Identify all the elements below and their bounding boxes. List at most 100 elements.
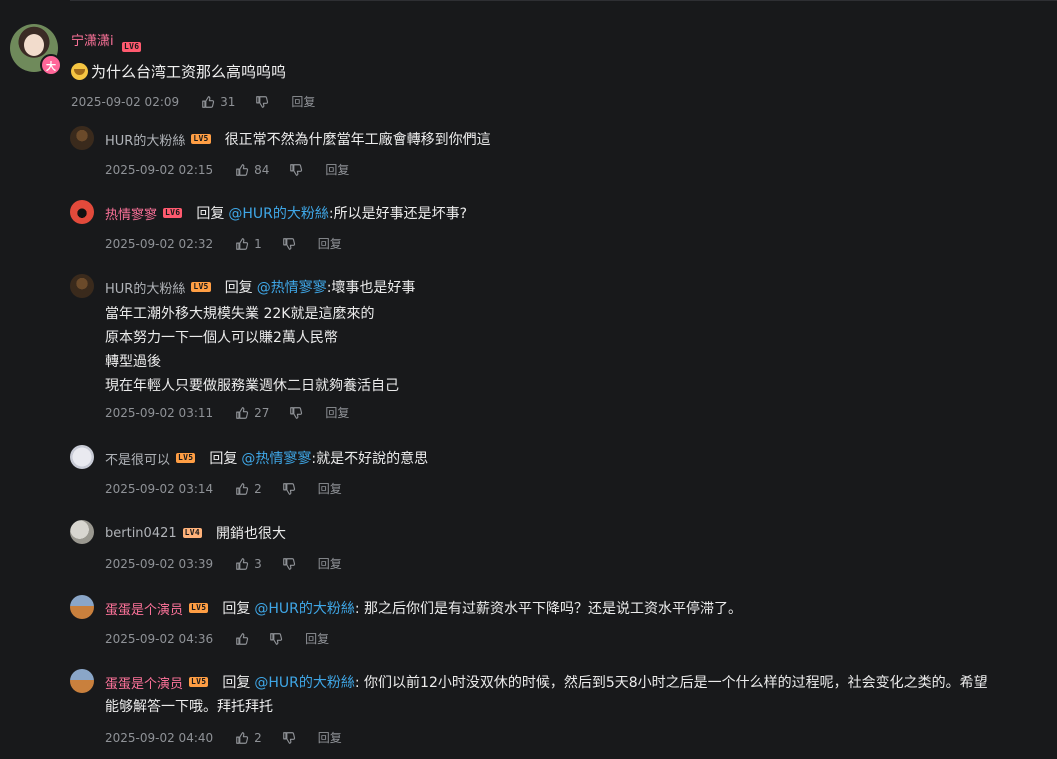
level-badge: LV5 (191, 134, 211, 144)
reply-button[interactable]: 回复 (318, 480, 342, 497)
like-count: 2 (254, 730, 262, 745)
timestamp: 2025-09-02 02:32 (105, 236, 214, 251)
username[interactable]: HUR的大粉絲 (105, 130, 185, 149)
comment-text: 回复 @热情寥寥:就是不好說的意思 (209, 448, 428, 468)
thumbs-up-icon (236, 482, 249, 495)
reply-button[interactable]: 回复 (318, 235, 342, 252)
thumbs-down-icon (270, 632, 283, 645)
username[interactable]: 蛋蛋是个演员 (105, 599, 183, 618)
comment-meta: 2025-09-02 03:39 3 回复 (105, 555, 342, 572)
reply-header: 不是很可以 LV5 回复 @热情寥寥:就是不好說的意思 (105, 448, 428, 468)
like-button[interactable]: 27 (235, 406, 269, 420)
reply-button[interactable]: 回复 (305, 630, 329, 647)
like-button[interactable]: 31 (201, 95, 235, 109)
comment-body: 很正常不然為什麼當年工廠會轉移到你們這 (224, 132, 491, 148)
comment-body: :就是不好說的意思 (311, 451, 429, 467)
avatar[interactable] (70, 445, 94, 469)
dislike-button[interactable] (289, 163, 303, 177)
avatar[interactable] (70, 520, 94, 544)
dislike-button[interactable] (269, 632, 283, 646)
username[interactable]: 不是很可以 (105, 449, 170, 468)
comment-text-continued: 當年工潮外移大規模失業 22K就是這麼來的 原本努力一下一個人可以賺2萬人民幣 轉型… (105, 302, 399, 398)
thumbs-up-icon (236, 237, 249, 250)
comment-body: :壞事也是好事 (326, 280, 416, 296)
username[interactable]: 热情寥寥 (105, 204, 157, 223)
thumbs-down-icon (282, 237, 295, 250)
timestamp: 2025-09-02 04:36 (105, 631, 214, 646)
like-count: 31 (220, 94, 236, 109)
timestamp: 2025-09-02 02:09 (71, 94, 180, 109)
thumbs-up-icon (236, 557, 249, 570)
username[interactable]: bertin0421 (105, 526, 177, 541)
mention-link[interactable]: @热情寥寥 (257, 280, 327, 296)
comment-meta: 2025-09-02 02:15 84 回复 (105, 161, 349, 178)
reply-prefix: 回复 (222, 601, 251, 617)
comment-body: :所以是好事还是坏事? (328, 206, 468, 222)
like-count: 2 (254, 481, 262, 496)
avatar[interactable] (70, 595, 94, 619)
mention-link[interactable]: @HUR的大粉絲 (228, 206, 329, 222)
level-badge: LV5 (191, 282, 211, 292)
comment-meta: 2025-09-02 04:40 2 回复 (105, 729, 342, 746)
dislike-button[interactable] (282, 482, 296, 496)
like-button[interactable] (235, 632, 249, 646)
dislike-button[interactable] (282, 237, 296, 251)
avatar[interactable] (70, 669, 94, 693)
reply-prefix: 回复 (222, 675, 251, 691)
level-badge: LV4 (182, 528, 202, 538)
dislike-button[interactable] (282, 557, 296, 571)
avatar[interactable] (70, 126, 94, 150)
like-count: 27 (254, 405, 270, 420)
mention-link[interactable]: @HUR的大粉絲 (254, 675, 355, 691)
like-button[interactable]: 1 (235, 237, 262, 251)
dislike-button[interactable] (282, 731, 296, 745)
comment-meta: 2025-09-02 04:36 回复 (105, 630, 329, 647)
comment-meta: 2025-09-02 03:11 27 回复 (105, 404, 349, 421)
comment-line: 能够解答一下哦。拜托拜托 (105, 699, 273, 715)
like-button[interactable]: 2 (235, 731, 262, 745)
avatar[interactable] (70, 200, 94, 224)
like-button[interactable]: 2 (235, 482, 262, 496)
comment-text: 为什么台湾工资那么高呜呜呜 (71, 61, 286, 82)
mention-link[interactable]: @热情寥寥 (241, 451, 311, 467)
comment-line: 當年工潮外移大規模失業 22K就是這麼來的 (105, 306, 375, 322)
comment-text: 回复 @HUR的大粉絲:所以是好事还是坏事? (196, 203, 467, 223)
comment-body: : 你们以前12小时没双休的时候，然后到5天8小时之后是一个什么样的过程呢，社会… (354, 675, 988, 691)
reply-header: HUR的大粉絲 LV5 很正常不然為什麼當年工廠會轉移到你們這 (105, 129, 491, 149)
thumbs-up-icon (236, 632, 249, 645)
level-badge: LV5 (176, 453, 196, 463)
reply-button[interactable]: 回复 (325, 161, 349, 178)
like-button[interactable]: 3 (235, 557, 262, 571)
username[interactable]: 蛋蛋是个演员 (105, 673, 183, 692)
reply-header: HUR的大粉絲 LV5 回复 @热情寥寥:壞事也是好事 (105, 277, 415, 297)
dislike-button[interactable] (289, 406, 303, 420)
reply-button[interactable]: 回复 (318, 729, 342, 746)
emoji-icon (71, 63, 88, 80)
vip-badge: 大 (40, 54, 62, 76)
mention-link[interactable]: @HUR的大粉絲 (254, 601, 355, 617)
like-count: 3 (254, 556, 262, 571)
username[interactable]: 宁潇潇i (71, 30, 114, 49)
reply-button[interactable]: 回复 (325, 404, 349, 421)
thumbs-down-icon (290, 406, 303, 419)
comment-line: 轉型過後 (105, 354, 161, 370)
avatar[interactable] (70, 274, 94, 298)
comment-line: 原本努力一下一個人可以賺2萬人民幣 (105, 330, 338, 346)
timestamp: 2025-09-02 03:14 (105, 481, 214, 496)
level-badge: LV6 (163, 208, 183, 218)
like-button[interactable]: 84 (235, 163, 269, 177)
reply-prefix: 回复 (209, 451, 238, 467)
username[interactable]: HUR的大粉絲 (105, 278, 185, 297)
dislike-button[interactable] (255, 95, 269, 109)
thumbs-down-icon (282, 557, 295, 570)
thumbs-down-icon (256, 95, 269, 108)
reply-button[interactable]: 回复 (318, 555, 342, 572)
reply-prefix: 回复 (224, 280, 253, 296)
timestamp: 2025-09-02 03:11 (105, 405, 214, 420)
comment-line: 現在年輕人只要做服務業週休二日就夠養活自己 (105, 378, 399, 394)
reply-button[interactable]: 回复 (291, 93, 315, 110)
comment-body: : 那之后你们是有过薪资水平下降吗？还是说工资水平停滞了。 (354, 601, 743, 617)
level-badge: LV5 (189, 603, 209, 613)
thumbs-up-icon (236, 163, 249, 176)
comment-meta: 2025-09-02 02:32 1 回复 (105, 235, 342, 252)
